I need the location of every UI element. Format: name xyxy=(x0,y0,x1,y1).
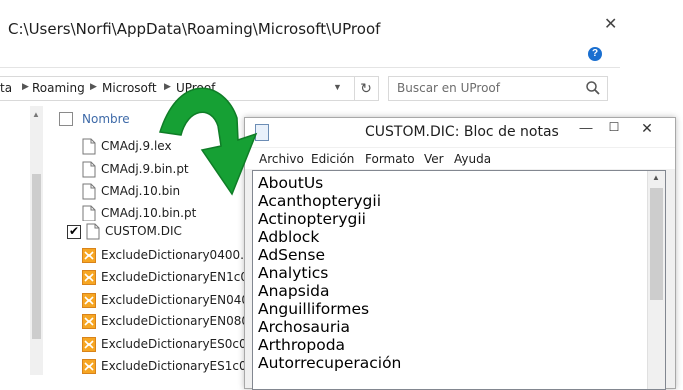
sort-ascending-icon: ▲ xyxy=(186,104,194,113)
breadcrumb-item[interactable]: Microsoft xyxy=(102,81,157,95)
file-row[interactable]: ExcludeDictionaryES0c0a.lex xyxy=(60,334,275,356)
minimize-icon[interactable]: — xyxy=(573,120,599,140)
menu-formato[interactable]: Formato xyxy=(365,152,415,166)
dictionary-file-icon xyxy=(82,314,96,329)
file-row[interactable]: ExcludeDictionaryEN1c09.lex xyxy=(60,267,277,289)
search-input[interactable]: Buscar en UProof xyxy=(388,76,608,101)
address-bar[interactable]: ta ▶ Roaming ▶ Microsoft ▶ UProof ▼ xyxy=(0,76,355,101)
menu-ver[interactable]: Ver xyxy=(424,152,444,166)
file-row[interactable]: ExcludeDictionaryEN0809.lex xyxy=(60,311,278,333)
text-line: Autorrecuperación xyxy=(258,354,402,372)
breadcrumb-item[interactable]: Roaming xyxy=(32,81,85,95)
file-name: ExcludeDictionary0400.lex xyxy=(101,248,262,262)
refresh-icon[interactable]: ↻ xyxy=(354,76,379,101)
text-line: Anguilliformes xyxy=(258,300,370,318)
search-placeholder: Buscar en UProof xyxy=(397,81,500,95)
menu-ayuda[interactable]: Ayuda xyxy=(454,152,491,166)
notepad-titlebar[interactable]: CUSTOM.DIC: Bloc de notas — ☐ ✕ xyxy=(245,118,675,147)
explorer-title: C:\Users\Norfi\AppData\Roaming\Microsoft… xyxy=(8,20,381,38)
dictionary-file-icon xyxy=(82,248,96,263)
file-row[interactable]: CMAdj.9.lex xyxy=(60,136,250,158)
breadcrumb-item[interactable]: UProof xyxy=(176,81,215,95)
column-header-row: Nombre ▲ xyxy=(50,104,250,132)
text-line: Arthropoda xyxy=(258,336,346,354)
scroll-up-icon[interactable]: ▲ xyxy=(32,110,40,119)
notepad-icon xyxy=(255,124,269,141)
document-icon xyxy=(86,223,100,240)
dictionary-file-icon xyxy=(82,293,96,308)
text-line: Archosauria xyxy=(258,318,351,336)
notepad-scrollbar[interactable]: ▲ xyxy=(647,171,665,389)
dictionary-file-icon xyxy=(82,337,96,352)
document-icon xyxy=(82,161,96,178)
chevron-down-icon[interactable]: ▼ xyxy=(333,82,342,92)
text-line: Adblock xyxy=(258,228,320,246)
file-row[interactable]: CMAdj.10.bin xyxy=(60,181,250,203)
search-icon[interactable] xyxy=(585,80,601,96)
file-name: CMAdj.9.bin.pt xyxy=(101,162,189,176)
file-name: CMAdj.10.bin xyxy=(101,184,181,198)
select-all-checkbox[interactable] xyxy=(59,112,73,126)
document-icon xyxy=(82,183,96,200)
file-row[interactable]: ExcludeDictionary0400.lex xyxy=(60,245,262,267)
menu-edicion[interactable]: Edición xyxy=(311,152,354,166)
notepad-title: CUSTOM.DIC: Bloc de notas xyxy=(365,124,559,140)
chevron-right-icon[interactable]: ▶ xyxy=(22,81,29,92)
menu-archivo[interactable]: Archivo xyxy=(259,152,304,166)
text-lines: AboutUs Acanthopterygii Actinopterygii Adbl… xyxy=(258,174,401,372)
divider xyxy=(0,67,620,68)
text-line: Anapsida xyxy=(258,282,330,300)
document-icon xyxy=(82,138,96,155)
dictionary-file-icon xyxy=(82,359,96,374)
document-icon xyxy=(82,205,96,222)
notepad-menubar: Archivo Edición Formato Ver Ayuda xyxy=(245,148,675,169)
scroll-up-icon[interactable]: ▲ xyxy=(652,173,660,182)
column-header-name[interactable]: Nombre xyxy=(82,112,130,126)
close-icon[interactable]: ✕ xyxy=(604,14,620,40)
notepad-text-area[interactable]: AboutUs Acanthopterygii Actinopterygii Adbl… xyxy=(252,170,666,390)
scrollbar-thumb[interactable] xyxy=(32,174,41,339)
file-name: CUSTOM.DIC xyxy=(105,224,182,238)
text-line: AdSense xyxy=(258,246,325,264)
chevron-right-icon[interactable]: ▶ xyxy=(164,81,171,92)
file-name: CMAdj.10.bin.pt xyxy=(101,206,197,220)
notepad-window: CUSTOM.DIC: Bloc de notas — ☐ ✕ Archivo … xyxy=(244,117,676,390)
close-icon[interactable]: ✕ xyxy=(629,120,665,140)
text-line: Actinopterygii xyxy=(258,210,366,228)
file-row[interactable]: ExcludeDictionaryEN0409.lex xyxy=(60,290,278,312)
help-icon[interactable]: ? xyxy=(588,47,602,61)
file-row[interactable]: ✔ CUSTOM.DIC xyxy=(60,221,250,243)
maximize-icon[interactable]: ☐ xyxy=(601,120,627,140)
scrollbar-thumb[interactable] xyxy=(650,188,663,300)
row-checkbox[interactable]: ✔ xyxy=(67,225,81,239)
nav-pane-scrollbar[interactable]: ▲ xyxy=(30,106,43,375)
file-name: CMAdj.9.lex xyxy=(101,139,172,153)
text-line: Acanthopterygii xyxy=(258,192,382,210)
file-row[interactable]: CMAdj.9.bin.pt xyxy=(60,159,250,181)
breadcrumb-item[interactable]: ta xyxy=(0,81,12,95)
chevron-right-icon[interactable]: ▶ xyxy=(90,81,97,92)
text-line: Analytics xyxy=(258,264,329,282)
dictionary-file-icon xyxy=(82,270,96,285)
text-line: AboutUs xyxy=(258,174,324,192)
